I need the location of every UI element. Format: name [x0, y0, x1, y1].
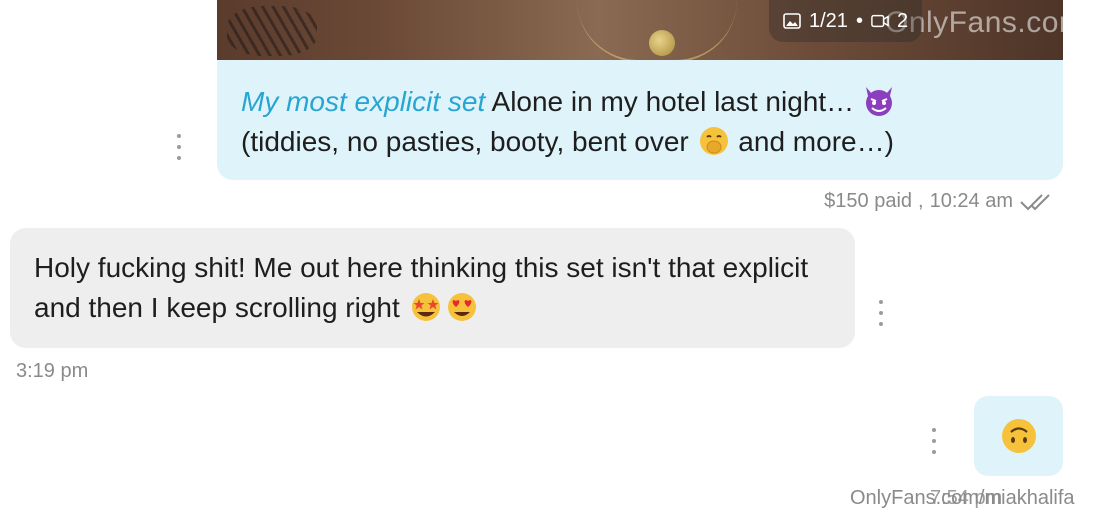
message-options-icon[interactable]	[929, 428, 939, 454]
heart-eyes-emoji	[447, 293, 476, 321]
price-status: $150 paid	[824, 190, 913, 212]
image-icon	[783, 13, 801, 29]
upside-down-face-emoji	[1001, 419, 1036, 453]
video-icon	[871, 14, 889, 28]
media-preview[interactable]: OnlyFans.com/miakhalifa 1/21 • 2	[217, 0, 1063, 60]
separator: •	[855, 9, 863, 32]
message-options-icon[interactable]	[876, 300, 886, 326]
double-check-icon	[1020, 193, 1050, 210]
message-text: and more…)	[730, 126, 894, 157]
smiling-devil-emoji	[865, 87, 892, 116]
message-options-icon[interactable]	[174, 134, 184, 160]
preview-image-detail	[227, 6, 317, 56]
message-text: (tiddies, no pasties, booty, bent over	[241, 126, 697, 157]
message-time: 3:19 pm	[16, 360, 89, 382]
photo-count: 1/21	[809, 9, 848, 32]
footer-watermark: OnlyFans.com/miakhalifa	[850, 487, 1075, 509]
face-with-hand-over-mouth-emoji	[699, 127, 728, 155]
incoming-message-bubble[interactable]: Holy fucking shit! Me out here thinking …	[10, 228, 855, 348]
outgoing-message-bubble[interactable]: My most explicit set Alone in my hotel l…	[217, 60, 1063, 180]
star-struck-emoji	[411, 293, 440, 321]
message-time: 10:24 am	[929, 190, 1013, 212]
meta-separator: ,	[918, 190, 924, 212]
message-highlight: My most explicit set	[241, 86, 486, 117]
outgoing-emoji-bubble[interactable]	[974, 396, 1063, 476]
video-count: 2	[896, 9, 909, 32]
media-count-pill: 1/21 • 2	[769, 0, 923, 42]
message-text: Alone in my hotel last night…	[485, 86, 862, 117]
message-meta: $150 paid , 10:24 am	[824, 190, 1055, 213]
preview-image-detail	[649, 30, 675, 56]
